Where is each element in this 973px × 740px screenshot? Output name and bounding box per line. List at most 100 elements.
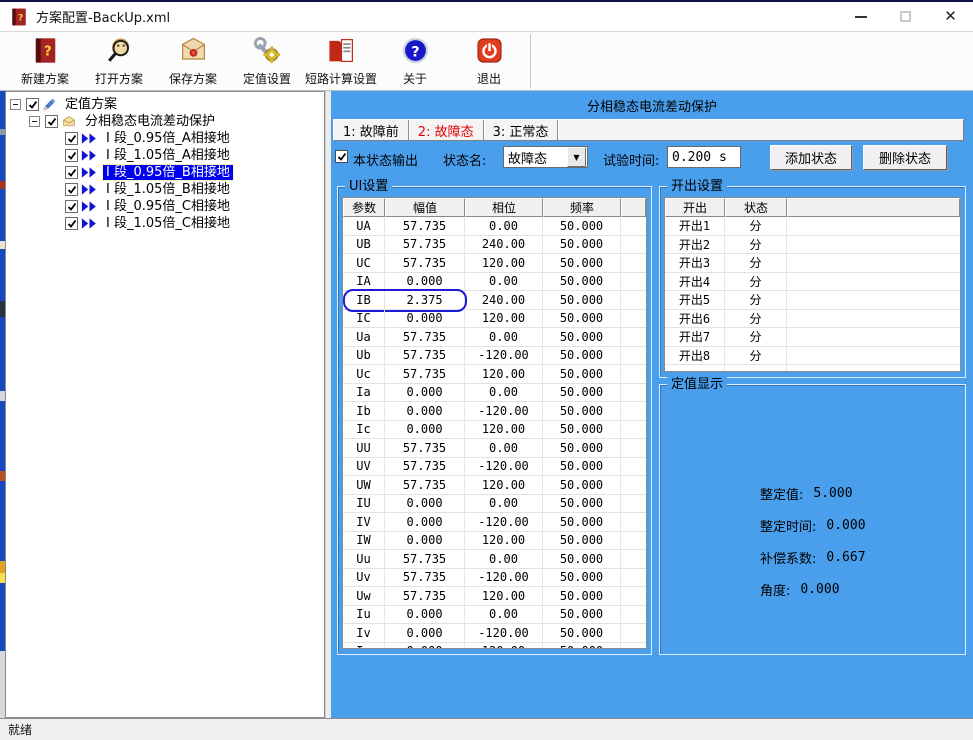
- ui-cell[interactable]: 50.000: [543, 587, 621, 605]
- ui-cell[interactable]: 120.00: [465, 310, 543, 328]
- tree-root-row[interactable]: > 定值方案: [6, 96, 324, 113]
- tree-item-label[interactable]: I 段_1.05倍_C相接地: [103, 216, 233, 231]
- output-state-cell[interactable]: 分: [725, 217, 787, 235]
- ui-cell[interactable]: 57.735: [385, 217, 465, 235]
- ui-cell[interactable]: 0.00: [465, 439, 543, 457]
- ui-cell[interactable]: 57.735: [385, 439, 465, 457]
- ui-cell[interactable]: 0.000: [385, 384, 465, 402]
- output-state-cell[interactable]: 分: [725, 328, 787, 346]
- ui-cell[interactable]: 57.735: [385, 550, 465, 568]
- toolbar-button-save-scheme[interactable]: 保存方案: [156, 34, 230, 89]
- ui-cell[interactable]: 0.00: [465, 550, 543, 568]
- tree-item-checkbox[interactable]: [65, 200, 78, 213]
- ui-cell[interactable]: 0.000: [385, 624, 465, 642]
- maximize-button[interactable]: [883, 2, 928, 31]
- ui-cell[interactable]: 57.735: [385, 365, 465, 383]
- ui-cell[interactable]: 0.000: [385, 532, 465, 550]
- add-state-button[interactable]: 添加状态: [770, 145, 852, 170]
- ui-cell[interactable]: 120.00: [465, 476, 543, 494]
- ui-cell[interactable]: 50.000: [543, 550, 621, 568]
- ui-cell[interactable]: 120.00: [465, 421, 543, 439]
- tree-group-label[interactable]: 分相稳态电流差动保护: [82, 114, 218, 129]
- ui-cell[interactable]: 50.000: [543, 569, 621, 587]
- ui-cell[interactable]: 240.00: [465, 291, 543, 309]
- ui-cell[interactable]: 0.00: [465, 328, 543, 346]
- ui-cell[interactable]: 50.000: [543, 532, 621, 550]
- ui-cell[interactable]: -120.00: [465, 402, 543, 420]
- ui-cell[interactable]: 57.735: [385, 476, 465, 494]
- tree-item-checkbox[interactable]: [65, 132, 78, 145]
- tree-item-label[interactable]: I 段_0.95倍_C相接地: [103, 199, 233, 214]
- ui-cell[interactable]: 120.00: [465, 643, 543, 650]
- ui-cell[interactable]: 50.000: [543, 310, 621, 328]
- ui-cell[interactable]: 50.000: [543, 217, 621, 235]
- ui-cell[interactable]: 0.000: [385, 513, 465, 531]
- ui-cell[interactable]: 57.735: [385, 347, 465, 365]
- toolbar-button-setting-values[interactable]: 定值设置: [230, 34, 304, 89]
- output-state-cell[interactable]: 分: [725, 347, 787, 365]
- tree-item[interactable]: I 段_1.05倍_A相接地: [6, 147, 324, 164]
- toolbar-button-short-circuit-calc[interactable]: 短路计算设置: [304, 34, 378, 89]
- tree-group-checkbox[interactable]: [45, 115, 58, 128]
- tree-root-label[interactable]: 定值方案: [62, 97, 120, 112]
- close-button[interactable]: ✕: [928, 2, 973, 31]
- delete-state-button[interactable]: 删除状态: [863, 145, 947, 170]
- ui-cell[interactable]: 50.000: [543, 291, 621, 309]
- ui-cell[interactable]: 50.000: [543, 254, 621, 272]
- tree-item-checkbox[interactable]: [65, 217, 78, 230]
- minimize-button[interactable]: [838, 2, 883, 31]
- ui-cell[interactable]: 120.00: [465, 587, 543, 605]
- ui-cell[interactable]: 0.000: [385, 310, 465, 328]
- ui-cell[interactable]: -120.00: [465, 569, 543, 587]
- ui-cell[interactable]: 57.735: [385, 236, 465, 254]
- tree-item[interactable]: I 段_0.95倍_B相接地: [6, 164, 324, 181]
- ui-cell[interactable]: 0.000: [385, 495, 465, 513]
- toolbar-button-open-scheme[interactable]: 打开方案: [82, 34, 156, 89]
- ui-cell[interactable]: 50.000: [543, 458, 621, 476]
- collapse-expander-icon[interactable]: [10, 99, 21, 110]
- ui-cell[interactable]: 50.000: [543, 513, 621, 531]
- tree-item-checkbox[interactable]: [65, 149, 78, 162]
- tree-item[interactable]: I 段_0.95倍_A相接地: [6, 130, 324, 147]
- tree-item-label[interactable]: I 段_1.05倍_B相接地: [103, 182, 233, 197]
- ui-cell[interactable]: 0.000: [385, 606, 465, 624]
- ui-cell[interactable]: 0.000: [385, 421, 465, 439]
- ui-cell[interactable]: 50.000: [543, 365, 621, 383]
- ui-cell[interactable]: 240.00: [465, 236, 543, 254]
- tree-item[interactable]: I 段_0.95倍_C相接地: [6, 198, 324, 215]
- ui-cell[interactable]: 0.000: [385, 643, 465, 650]
- ui-cell[interactable]: 50.000: [543, 236, 621, 254]
- ui-cell[interactable]: 50.000: [543, 273, 621, 291]
- output-state-cell[interactable]: 分: [725, 254, 787, 272]
- ui-cell[interactable]: 0.00: [465, 384, 543, 402]
- ui-cell[interactable]: 57.735: [385, 328, 465, 346]
- output-state-cell[interactable]: 分: [725, 273, 787, 291]
- ui-cell[interactable]: 50.000: [543, 384, 621, 402]
- output-state-cell[interactable]: 分: [725, 236, 787, 254]
- tree-group-row[interactable]: > 分相稳态电流差动保护: [6, 113, 324, 130]
- ui-cell[interactable]: 50.000: [543, 643, 621, 650]
- output-state-checkbox[interactable]: [335, 150, 348, 163]
- tree-item[interactable]: I 段_1.05倍_C相接地: [6, 215, 324, 232]
- output-state-cell[interactable]: 分: [725, 310, 787, 328]
- tree-item-label[interactable]: I 段_1.05倍_A相接地: [103, 148, 233, 163]
- ui-cell[interactable]: 50.000: [543, 606, 621, 624]
- tab-state-2[interactable]: 2: 故障态: [409, 120, 484, 140]
- ui-cell[interactable]: 120.00: [465, 254, 543, 272]
- tab-state-1[interactable]: 1: 故障前: [334, 120, 409, 140]
- tree-item-checkbox[interactable]: [65, 183, 78, 196]
- toolbar-button-exit[interactable]: 退出: [452, 34, 526, 89]
- ui-cell[interactable]: 50.000: [543, 495, 621, 513]
- ui-cell[interactable]: 57.735: [385, 254, 465, 272]
- ui-cell[interactable]: 0.00: [465, 495, 543, 513]
- tree-item-label[interactable]: I 段_0.95倍_A相接地: [103, 131, 233, 146]
- ui-cell[interactable]: 2.375: [385, 291, 465, 309]
- ui-cell[interactable]: -120.00: [465, 513, 543, 531]
- ui-cell[interactable]: 50.000: [543, 421, 621, 439]
- ui-cell[interactable]: 50.000: [543, 347, 621, 365]
- ui-cell[interactable]: 50.000: [543, 624, 621, 642]
- ui-cell[interactable]: -120.00: [465, 624, 543, 642]
- ui-cell[interactable]: 120.00: [465, 365, 543, 383]
- ui-cell[interactable]: 50.000: [543, 476, 621, 494]
- state-name-dropdown[interactable]: 故障态 ▼: [503, 146, 588, 168]
